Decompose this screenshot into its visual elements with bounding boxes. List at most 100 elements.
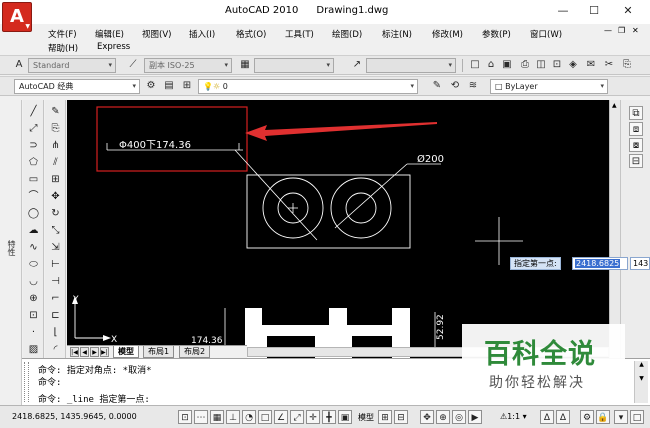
maximize-icon[interactable]: ☐	[584, 4, 604, 17]
model-space-label[interactable]: 模型	[358, 412, 374, 423]
workspace-settings-icon[interactable]: ⚙	[144, 79, 158, 93]
scale-icon[interactable]: ⤡	[48, 223, 63, 238]
showmotion-icon[interactable]: ▶	[468, 410, 482, 424]
ellipse-arc-icon[interactable]: ◡	[26, 274, 41, 289]
line-icon[interactable]: ╱	[26, 104, 41, 119]
draw-order-icon[interactable]: ⧉	[629, 106, 643, 120]
menu-tools[interactable]: 工具(T)	[285, 28, 314, 40]
dynamic-input-icon[interactable]: ✛	[306, 410, 320, 424]
revision-cloud-icon[interactable]: ☁	[26, 223, 41, 238]
insert-block-icon[interactable]: ⊕	[26, 291, 41, 306]
mirror-icon[interactable]: ⋔	[48, 138, 63, 153]
make-current-layer-icon[interactable]: ✎	[430, 79, 444, 93]
lock-icon[interactable]: 🔒	[596, 410, 610, 424]
annotation-scale[interactable]: ⚠1:1 ▾	[500, 412, 527, 421]
join-icon[interactable]: ⊏	[48, 308, 63, 323]
table-style-select[interactable]: ▾	[254, 58, 334, 73]
workspace-switch-icon[interactable]: ⚙	[580, 410, 594, 424]
zoom-icon[interactable]: ⊕	[436, 410, 450, 424]
menu-dimension[interactable]: 标注(N)	[382, 28, 412, 40]
table-style-icon[interactable]: ▦	[238, 58, 252, 72]
stretch-icon[interactable]: ⇲	[48, 240, 63, 255]
array-icon[interactable]: ⊞	[48, 172, 63, 187]
arc-icon[interactable]: ⌒	[26, 189, 41, 204]
doc-minimize-icon[interactable]: —	[604, 26, 612, 35]
layer-select[interactable]: 💡☼ 0 ▾	[198, 79, 418, 94]
command-scrollbar[interactable]: ▲ ▼	[634, 361, 648, 403]
ortho-mode-icon[interactable]: ⊥	[226, 410, 240, 424]
snap-mode-icon[interactable]: ⋯	[194, 410, 208, 424]
move-icon[interactable]: ✥	[48, 189, 63, 204]
menu-edit[interactable]: 编辑(E)	[95, 28, 124, 40]
bring-front-icon[interactable]: ⧈	[629, 122, 643, 136]
rotate-icon[interactable]: ↻	[48, 206, 63, 221]
tab-layout2[interactable]: 布局2	[179, 346, 211, 358]
break-icon[interactable]: ⌐	[48, 291, 63, 306]
tab-prev-icon[interactable]: ◀	[80, 347, 89, 357]
make-block-icon[interactable]: ⊡	[26, 308, 41, 323]
command-input-line[interactable]: 命令: _line 指定第一点:	[38, 392, 150, 405]
menu-format[interactable]: 格式(O)	[236, 28, 266, 40]
rectangle-icon[interactable]: ▭	[26, 172, 41, 187]
auto-scale-icon[interactable]: ᐃ	[556, 410, 570, 424]
layer-previous-icon[interactable]: ⟲	[448, 79, 462, 93]
pan-icon[interactable]: ✥	[420, 410, 434, 424]
send-back-icon[interactable]: ⧇	[629, 138, 643, 152]
menu-insert[interactable]: 插入(I)	[189, 28, 215, 40]
application-menu-button[interactable]: A ▼	[2, 2, 32, 32]
save-icon[interactable]: ▣	[500, 58, 514, 72]
grid-display-icon[interactable]: ▦	[210, 410, 224, 424]
point-icon[interactable]: ·	[26, 325, 41, 340]
publish-icon[interactable]: ⊡	[550, 58, 564, 72]
polygon-icon[interactable]: ⬠	[26, 155, 41, 170]
extend-icon[interactable]: ⊣	[48, 274, 63, 289]
tab-next-icon[interactable]: ▶	[90, 347, 99, 357]
menu-draw[interactable]: 绘图(D)	[332, 28, 362, 40]
dim-style-select[interactable]: 副本 ISO-25 ▾	[144, 58, 232, 73]
layer-match-icon[interactable]: ≋	[466, 79, 480, 93]
trim-icon[interactable]: ⊢	[48, 257, 63, 272]
cut-icon[interactable]: ✂	[602, 58, 616, 72]
tab-layout1[interactable]: 布局1	[143, 346, 175, 358]
lineweight-icon[interactable]: ╋	[322, 410, 336, 424]
preview-icon[interactable]: ◫	[534, 58, 548, 72]
infer-constraints-icon[interactable]: ⊡	[178, 410, 192, 424]
tab-last-icon[interactable]: ▶|	[100, 347, 109, 357]
menu-parametric[interactable]: 参数(P)	[482, 28, 511, 40]
copy-icon[interactable]: ⎘	[620, 58, 634, 72]
circle-icon[interactable]: ◯	[26, 206, 41, 221]
etransmit-icon[interactable]: ✉	[584, 58, 598, 72]
dynamic-input-x[interactable]: 2418.6825	[572, 257, 628, 270]
dim-style-icon[interactable]: ⟋	[126, 58, 140, 72]
object-snap-icon[interactable]: □	[258, 410, 272, 424]
dynamic-input-y[interactable]: 143	[630, 257, 650, 270]
layer-state-icon[interactable]: ⊞	[180, 79, 194, 93]
offset-icon[interactable]: ⫽	[48, 155, 63, 170]
menu-view[interactable]: 视图(V)	[142, 28, 171, 40]
multileader-style-icon[interactable]: ↗	[350, 58, 364, 72]
layer-properties-icon[interactable]: ▤	[162, 79, 176, 93]
construction-line-icon[interactable]: ⤢	[26, 121, 41, 136]
fillet-icon[interactable]: ◜	[48, 342, 63, 357]
menu-modify[interactable]: 修改(M)	[432, 28, 463, 40]
erase-icon[interactable]: ✎	[48, 104, 63, 119]
menu-file[interactable]: 文件(F)	[48, 28, 77, 40]
bring-above-icon[interactable]: ⊟	[629, 154, 643, 168]
steering-wheel-icon[interactable]: ◎	[452, 410, 466, 424]
polar-tracking-icon[interactable]: ◔	[242, 410, 256, 424]
workspace-select[interactable]: AutoCAD 经典 ▾	[14, 79, 140, 94]
hatch-icon[interactable]: ▨	[26, 342, 41, 357]
plot-3d-icon[interactable]: ◈	[566, 58, 580, 72]
quick-properties-icon[interactable]: ▣	[338, 410, 352, 424]
quick-view-layouts-icon[interactable]: ⊞	[378, 410, 392, 424]
menu-help[interactable]: 帮助(H)	[48, 42, 78, 54]
scroll-up-icon[interactable]: ▲	[612, 102, 617, 109]
command-window-grip[interactable]	[24, 362, 29, 402]
copy-object-icon[interactable]: ⎘	[48, 121, 63, 136]
color-select[interactable]: □ ByLayer ▾	[490, 79, 608, 94]
print-icon[interactable]: ⎙	[518, 58, 532, 72]
minimize-icon[interactable]: —	[553, 4, 573, 17]
doc-restore-icon[interactable]: ❐	[618, 26, 625, 35]
clean-screen-icon[interactable]: □	[630, 410, 644, 424]
quick-view-drawings-icon[interactable]: ⊟	[394, 410, 408, 424]
